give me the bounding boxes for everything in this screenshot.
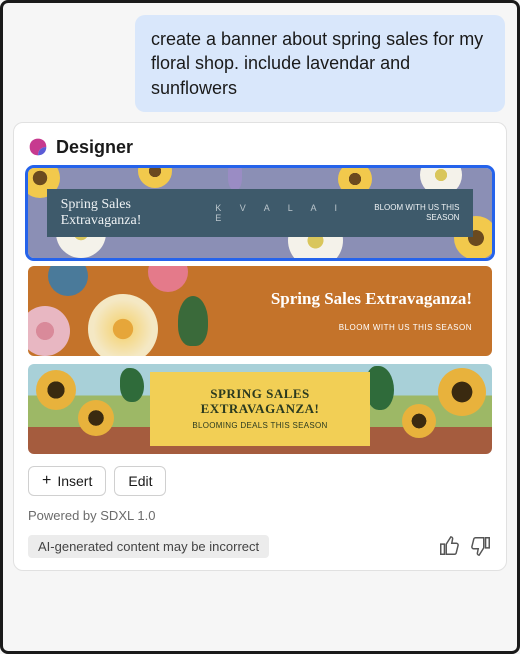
designer-header: Designer	[28, 137, 492, 158]
insert-button[interactable]: + Insert	[28, 466, 106, 496]
banner-list: Spring Sales Extravaganza! K V A L A I E…	[28, 168, 492, 454]
banner-2-title: Spring Sales Extravaganza!	[271, 289, 472, 309]
thumbs-up-icon[interactable]	[438, 535, 460, 557]
banner-option-3[interactable]: SPRING SALES EXTRAVAGANZA! BLOOMING DEAL…	[28, 364, 492, 454]
chat-area: create a banner about spring sales for m…	[13, 11, 507, 571]
edit-button[interactable]: Edit	[114, 466, 166, 496]
action-row: + Insert Edit	[28, 466, 492, 496]
designer-logo-icon	[28, 137, 48, 157]
banner-1-subtitle: BLOOM WITH US THIS SEASON	[369, 203, 459, 222]
plus-icon: +	[42, 473, 51, 489]
designer-title: Designer	[56, 137, 133, 158]
banner-1-bar: Spring Sales Extravaganza! K V A L A I E…	[47, 189, 474, 237]
banner-3-decoration	[36, 370, 76, 410]
banner-1-midtext: K V A L A I E	[215, 203, 369, 223]
banner-2-decoration	[28, 266, 228, 356]
banner-2-text: Spring Sales Extravaganza! BLOOM WITH US…	[271, 289, 492, 332]
insert-label: Insert	[57, 473, 92, 489]
banner-1-title: Spring Sales Extravaganza!	[61, 197, 216, 229]
thumbs-down-icon[interactable]	[470, 535, 492, 557]
powered-by-text: Powered by SDXL 1.0	[28, 508, 492, 523]
user-message-text: create a banner about spring sales for m…	[151, 29, 483, 98]
banner-3-panel: SPRING SALES EXTRAVAGANZA! BLOOMING DEAL…	[150, 372, 370, 446]
banner-3-subtitle: BLOOMING DEALS THIS SEASON	[192, 421, 327, 430]
feedback-buttons	[438, 535, 492, 557]
user-message-bubble: create a banner about spring sales for m…	[135, 15, 505, 112]
banner-option-1[interactable]: Spring Sales Extravaganza! K V A L A I E…	[28, 168, 492, 258]
banner-2-subtitle: BLOOM WITH US THIS SEASON	[271, 323, 472, 332]
banner-option-2[interactable]: Spring Sales Extravaganza! BLOOM WITH US…	[28, 266, 492, 356]
ai-disclaimer: AI-generated content may be incorrect	[28, 535, 269, 558]
card-footer: AI-generated content may be incorrect	[28, 535, 492, 558]
designer-card: Designer Spring Sales Extravaganza! K	[13, 122, 507, 571]
banner-3-title: SPRING SALES EXTRAVAGANZA!	[150, 387, 370, 417]
edit-label: Edit	[128, 473, 152, 489]
